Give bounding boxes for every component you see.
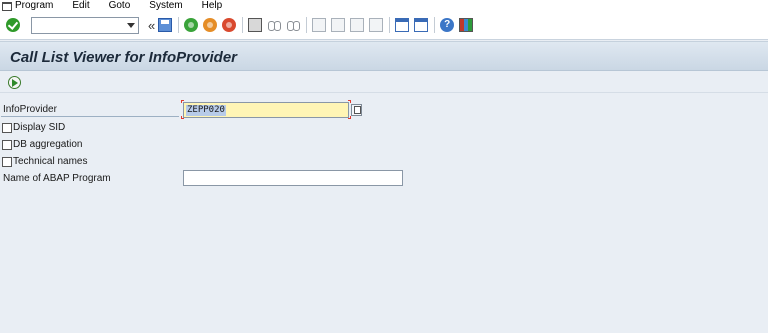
- toolbar-separator: [306, 17, 308, 33]
- menu-goto[interactable]: Goto: [109, 0, 131, 11]
- help-icon[interactable]: ?: [440, 18, 455, 32]
- next-page-icon[interactable]: [350, 18, 365, 32]
- exit-icon[interactable]: [203, 18, 218, 32]
- value-help-icon[interactable]: [351, 104, 362, 116]
- infoprovider-input[interactable]: ZEPP020: [183, 102, 349, 118]
- menu-edit[interactable]: Edit: [72, 0, 89, 11]
- execute-icon[interactable]: [8, 76, 21, 89]
- abap-program-label: Name of ABAP Program: [3, 173, 111, 184]
- last-page-icon[interactable]: [369, 18, 384, 32]
- first-page-icon[interactable]: [312, 18, 327, 32]
- command-toggle-icon[interactable]: «: [148, 18, 155, 33]
- abap-program-input[interactable]: [183, 170, 403, 186]
- back-icon[interactable]: [184, 18, 199, 32]
- save-icon[interactable]: [158, 18, 173, 32]
- focus-corner: [181, 100, 184, 103]
- create-session-icon[interactable]: [395, 18, 410, 32]
- command-field[interactable]: [31, 16, 139, 34]
- technical-names-label: Technical names: [13, 156, 88, 167]
- standard-toolbar: « ?: [0, 11, 768, 40]
- display-sid-label: Display SID: [13, 122, 66, 133]
- title-bar: Call List Viewer for InfoProvider: [0, 41, 768, 71]
- previous-page-icon[interactable]: [331, 18, 346, 32]
- customize-layout-icon[interactable]: [459, 18, 474, 32]
- menu-system[interactable]: System: [149, 0, 182, 11]
- page-title: Call List Viewer for InfoProvider: [10, 49, 237, 66]
- toolbar-separator: [389, 17, 391, 33]
- enter-check-icon[interactable]: [6, 18, 20, 32]
- focus-corner: [181, 116, 184, 119]
- focus-corner: [348, 100, 351, 103]
- shortcut-icon[interactable]: [414, 18, 429, 32]
- focus-corner: [348, 116, 351, 119]
- infoprovider-value[interactable]: ZEPP020: [186, 105, 226, 116]
- db-aggregation-label: DB aggregation: [13, 139, 83, 150]
- toolbar-separator: [434, 17, 436, 33]
- system-menu-icon[interactable]: [1, 0, 15, 11]
- find-icon[interactable]: [267, 18, 282, 32]
- technical-names-checkbox[interactable]: [2, 157, 12, 167]
- toolbar-separator: [178, 17, 180, 33]
- infoprovider-label: InfoProvider: [3, 104, 57, 115]
- application-toolbar: [0, 71, 768, 93]
- find-next-icon[interactable]: [286, 18, 301, 32]
- menu-bar: Program Edit Goto System Help: [0, 0, 768, 11]
- chevron-down-icon[interactable]: [127, 22, 135, 28]
- cancel-icon[interactable]: [222, 18, 237, 32]
- menu-program[interactable]: Program: [15, 0, 53, 11]
- toolbar-separator: [242, 17, 244, 33]
- print-icon[interactable]: [248, 18, 263, 32]
- menu-help[interactable]: Help: [202, 0, 223, 11]
- display-sid-checkbox[interactable]: [2, 123, 12, 133]
- db-aggregation-checkbox[interactable]: [2, 140, 12, 150]
- label-underline: [1, 116, 179, 117]
